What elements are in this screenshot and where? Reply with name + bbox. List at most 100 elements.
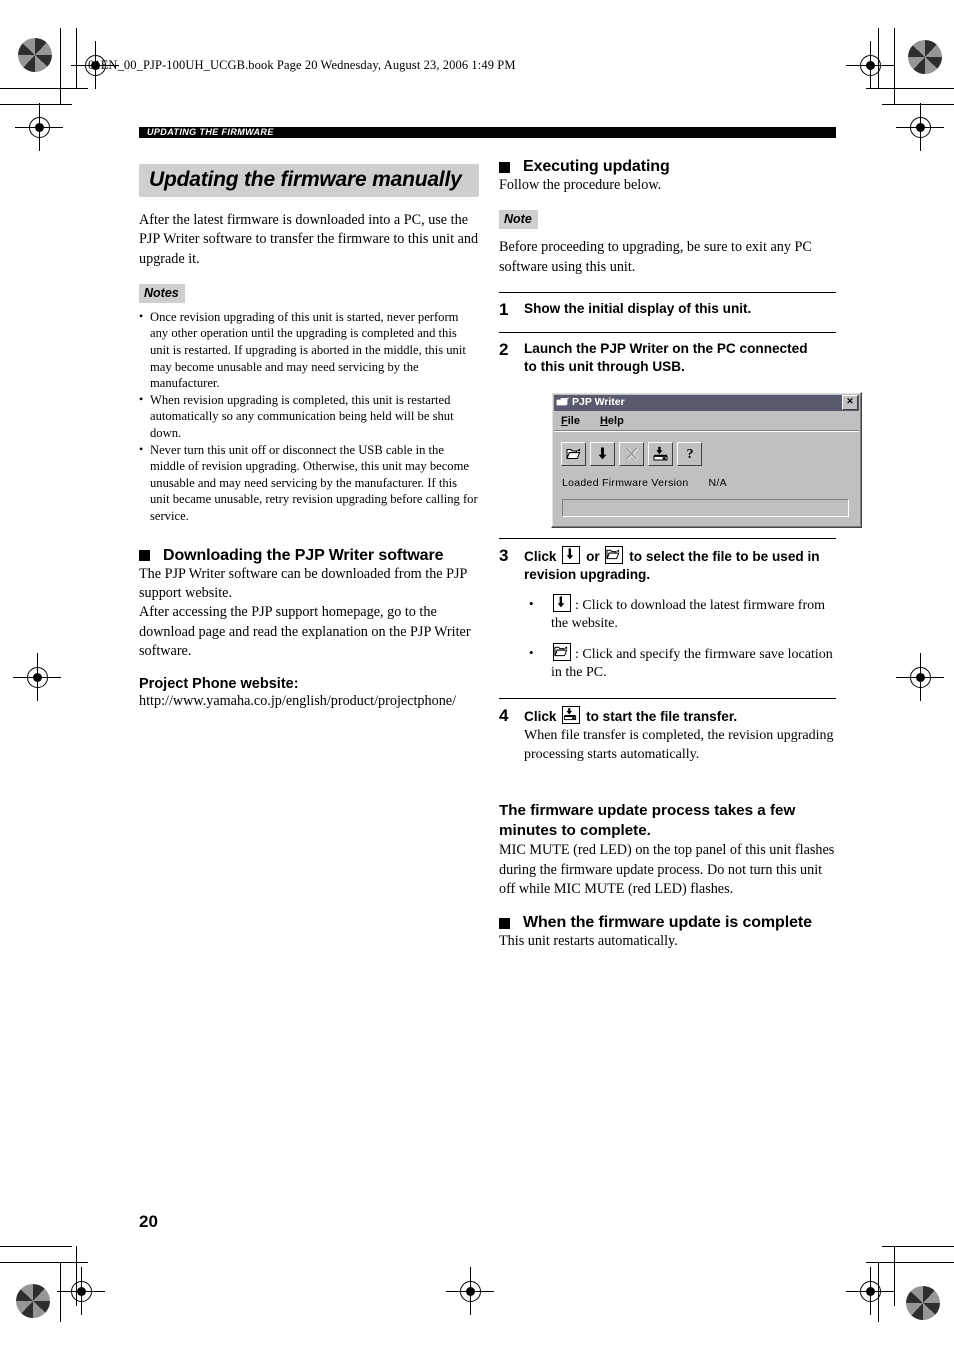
menu-accel-f: F — [561, 414, 568, 427]
step-3-bullets: : Click to download the latest firmware … — [524, 593, 836, 683]
executing-updating-heading: Executing updating — [499, 158, 836, 176]
step-title-part-1: Click — [524, 548, 557, 564]
step-number: 2 — [499, 339, 509, 359]
toolbar-open-folder-button[interactable] — [561, 441, 586, 466]
progress-bar — [562, 498, 849, 517]
bullet-text: : Click and specify the firmware save lo… — [551, 646, 833, 681]
menu-rest-help: elp — [607, 414, 624, 427]
heading-text: Executing updating — [523, 158, 670, 175]
download-body-2: After accessing the PJP support homepage… — [139, 604, 471, 659]
running-head-label: UPDATING THE FIRMWARE — [147, 127, 274, 137]
loaded-firmware-version-label: Loaded Firmware Version — [562, 476, 689, 489]
pjp-writer-window[interactable]: PJP Writer ✕ File Help ? Loaded Firmware… — [551, 391, 862, 528]
process-duration-heading-line-2: minutes to complete. — [499, 822, 651, 840]
help-question-icon: ? — [686, 447, 693, 461]
step-1: 1 Show the initial display of this unit. — [499, 291, 836, 332]
toolbar-download-button[interactable] — [590, 441, 615, 466]
note-label: Note — [499, 210, 538, 230]
halftone-target-bottom-left — [16, 1284, 50, 1318]
toolbar-transfer-button[interactable] — [648, 441, 673, 466]
executing-updating-body: Follow the procedure below. — [499, 177, 662, 193]
menu-item-file[interactable]: File — [561, 415, 580, 427]
registration-mark-top-right — [846, 41, 894, 89]
update-complete-body: This unit restarts automatically. — [499, 933, 678, 950]
square-bullet-icon — [499, 161, 510, 173]
inline-transfer-button[interactable] — [562, 705, 581, 724]
list-item: : Click to download the latest firmware … — [524, 593, 836, 634]
menu-accel-h: H — [599, 414, 608, 427]
printed-page: 01EN_00_PJP-100UH_UCGB.book Page 20 Wedn… — [0, 0, 954, 1351]
list-item: Once revision upgrading of this unit is … — [139, 308, 479, 392]
book-filename-header: 01EN_00_PJP-100UH_UCGB.book Page 20 Wedn… — [88, 58, 516, 72]
registration-mark-right-top — [896, 103, 944, 151]
step-title-line-2: to this unit through USB. — [524, 359, 685, 375]
halftone-target-top-right — [908, 40, 942, 74]
heading-text: Downloading the PJP Writer software — [163, 546, 444, 564]
step-4: 4 Click to start the file transfer. When… — [499, 697, 836, 765]
note-body: Before proceeding to upgrading, be sure … — [499, 239, 812, 275]
step-title-part-2: or — [586, 548, 600, 564]
toolbar-help-button[interactable]: ? — [677, 441, 702, 466]
registration-mark-left-top — [15, 103, 63, 151]
step-title-part-2: to start the file transfer. — [586, 708, 738, 724]
project-phone-website-url[interactable]: http://www.yamaha.co.jp/english/product/… — [139, 692, 479, 711]
download-arrow-icon — [598, 447, 607, 460]
registration-mark-left-middle — [13, 653, 61, 701]
list-item: Never turn this unit off or disconnect t… — [139, 441, 479, 525]
open-folder-icon — [606, 549, 620, 560]
download-arrow-icon — [567, 548, 574, 560]
step-2: 2 Launch the PJP Writer on the PC connec… — [499, 331, 862, 538]
toolbar-cancel-button[interactable] — [619, 441, 644, 466]
registration-mark-right-middle — [896, 653, 944, 701]
window-title: PJP Writer — [572, 396, 625, 409]
chapter-title-band: Updating the firmware manually — [139, 164, 479, 197]
transfer-to-device-icon — [653, 447, 668, 461]
window-toolbar: ? — [554, 435, 859, 471]
step-3: 3 Click or to select the file to be used… — [499, 537, 836, 698]
step-title-line-1: Launch the PJP Writer on the PC connecte… — [524, 340, 808, 356]
heading-text: When the firmware update is complete — [523, 914, 812, 932]
menu-item-help[interactable]: Help — [600, 415, 624, 427]
downloading-software-heading: Downloading the PJP Writer software — [139, 547, 479, 565]
square-bullet-icon — [499, 917, 510, 929]
cancel-x-icon — [625, 447, 638, 461]
inline-open-folder-button[interactable] — [553, 642, 571, 661]
open-folder-icon — [554, 646, 568, 657]
left-column: Updating the firmware manually After the… — [139, 164, 479, 711]
window-menubar: File Help — [554, 412, 859, 431]
loaded-firmware-version-row: Loaded Firmware Version N/A — [552, 471, 861, 489]
intro-paragraph: After the latest firmware is downloaded … — [139, 212, 479, 267]
open-folder-icon — [566, 448, 581, 460]
running-head-bar: UPDATING THE FIRMWARE — [139, 127, 836, 138]
svg-text:?: ? — [686, 447, 693, 461]
halftone-target-bottom-right — [906, 1286, 940, 1320]
notes-label: Notes — [139, 283, 185, 303]
update-complete-heading: When the firmware update is complete — [499, 914, 836, 932]
step-description: When file transfer is completed, the rev… — [524, 728, 834, 762]
process-duration-body: MIC MUTE (red LED) on the top panel of t… — [499, 842, 835, 897]
window-titlebar[interactable]: PJP Writer ✕ — [554, 394, 859, 411]
list-item: : Click and specify the firmware save lo… — [524, 642, 836, 683]
registration-mark-bottom-right — [846, 1267, 894, 1315]
download-body-1: The PJP Writer software can be downloade… — [139, 565, 467, 601]
inline-open-folder-button[interactable] — [605, 545, 624, 564]
step-title: Show the initial display of this unit. — [524, 300, 752, 316]
halftone-target-top-left — [18, 38, 52, 72]
square-bullet-icon — [139, 550, 150, 562]
transfer-to-device-icon — [564, 708, 577, 720]
step-number: 3 — [499, 545, 509, 565]
step-number: 4 — [499, 705, 509, 725]
download-arrow-icon — [557, 596, 565, 608]
chapter-title-text: Updating the firmware manually — [149, 168, 462, 191]
menu-rest-file: ile — [567, 414, 580, 427]
process-duration-heading-line-1: The firmware update process takes a few — [499, 802, 796, 820]
list-item: When revision upgrading is completed, th… — [139, 391, 479, 442]
app-icon — [556, 397, 569, 406]
loaded-firmware-version-value: N/A — [708, 476, 727, 489]
right-column: Executing updating Follow the procedure … — [499, 158, 862, 952]
close-icon[interactable]: ✕ — [842, 395, 858, 411]
step-title-part-1: Click — [524, 708, 557, 724]
inline-download-arrow-button[interactable] — [553, 593, 571, 612]
registration-mark-bottom-left — [57, 1267, 105, 1315]
inline-download-arrow-button[interactable] — [562, 545, 581, 564]
